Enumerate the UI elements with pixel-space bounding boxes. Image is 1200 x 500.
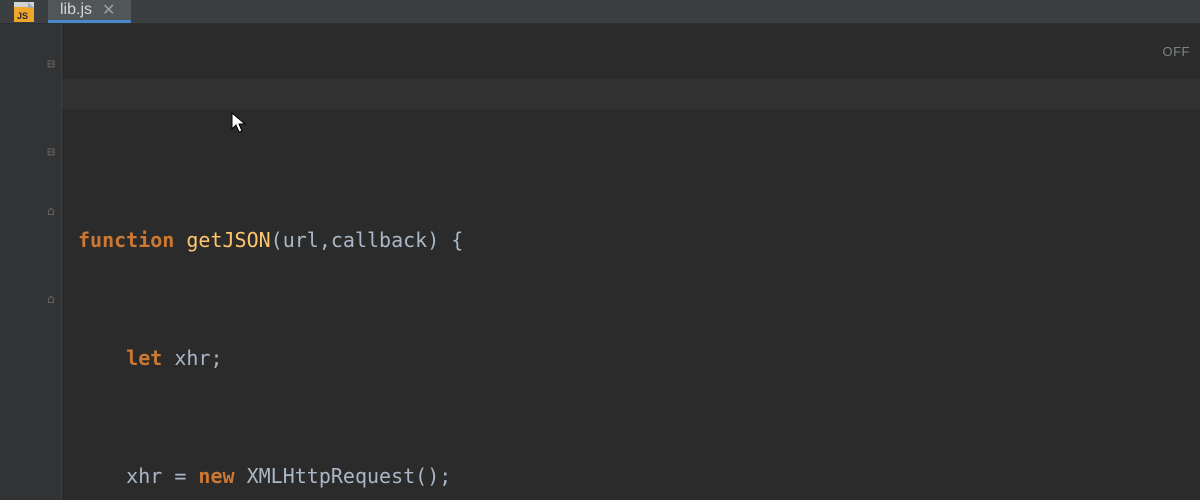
editor-area[interactable]: ⊟ ⊟ ⌂ ⌂ function getJSON(url,callback) {…	[0, 24, 1200, 500]
fold-end-icon[interactable]: ⌂	[47, 293, 55, 306]
code-line[interactable]: xhr = new XMLHttpRequest();	[78, 462, 1200, 491]
js-file-icon: JS	[14, 2, 34, 22]
close-icon[interactable]: ✕	[100, 0, 117, 20]
svg-text:JS: JS	[17, 11, 28, 21]
tab-bar: JS lib.js ✕	[0, 0, 1200, 24]
fold-toggle-icon[interactable]: ⊟	[47, 58, 55, 71]
tabbar-gutter-spacer: JS	[0, 0, 48, 23]
code-line[interactable]: function getJSON(url,callback) {	[78, 226, 1200, 255]
current-line-highlight	[62, 79, 1200, 108]
editor-root: JS lib.js ✕ OFF ⊟ ⊟ ⌂ ⌂	[0, 0, 1200, 500]
tab-file-name: lib.js	[60, 1, 92, 19]
gutter: ⊟ ⊟ ⌂ ⌂	[0, 24, 62, 500]
fold-end-icon[interactable]: ⌂	[47, 205, 55, 218]
fold-toggle-icon[interactable]: ⊟	[47, 146, 55, 159]
code-surface[interactable]: function getJSON(url,callback) { let xhr…	[62, 24, 1200, 500]
file-tab-active[interactable]: lib.js ✕	[48, 0, 131, 23]
code-line[interactable]: let xhr;	[78, 344, 1200, 373]
